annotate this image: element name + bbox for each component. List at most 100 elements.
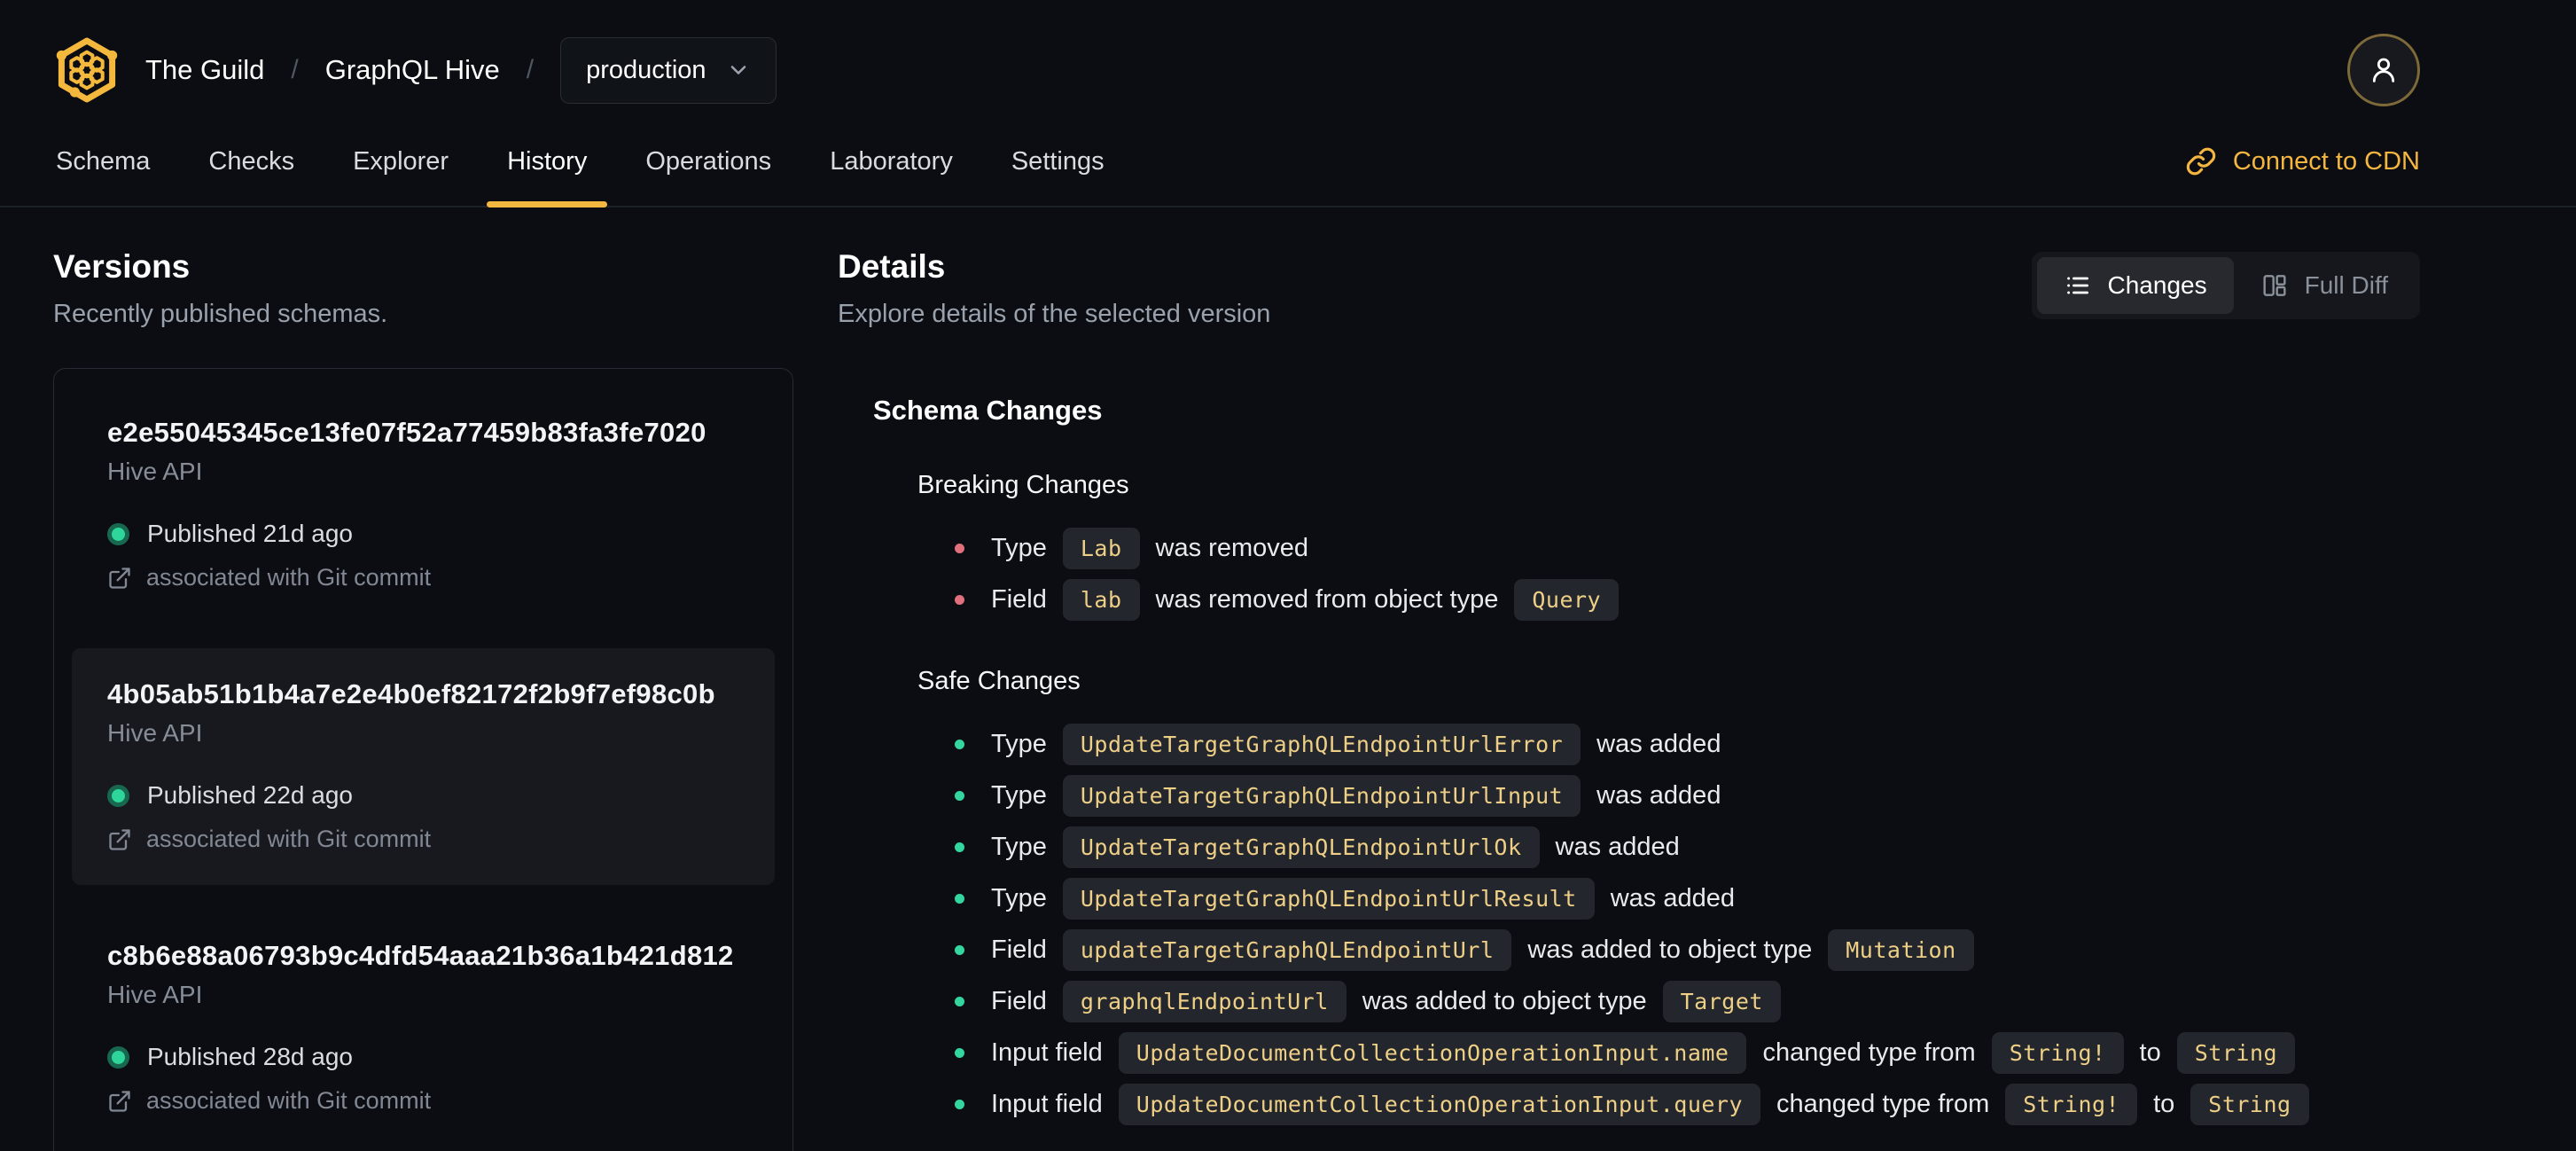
change-row: Field graphqlEndpointUrl was added to obje… xyxy=(955,978,2420,1024)
change-row: Type UpdateTargetGraphQLEndpointUrlOk was … xyxy=(955,824,2420,870)
tab-laboratory[interactable]: Laboratory xyxy=(806,117,977,206)
breadcrumb-project[interactable]: GraphQL Hive xyxy=(325,54,500,86)
user-menu-button[interactable] xyxy=(2347,34,2420,106)
code-chip: Target xyxy=(1662,980,1781,1022)
change-section-title: Breaking Changes xyxy=(917,471,1129,499)
tab-operations[interactable]: Operations xyxy=(621,117,795,206)
view-toggle: Changes Full Diff xyxy=(2031,252,2420,319)
change-text: to xyxy=(2139,1037,2161,1067)
published-dot xyxy=(107,522,129,545)
change-text: Type xyxy=(991,780,1047,810)
git-commit-link[interactable]: associated with Git commit xyxy=(107,564,739,591)
change-text: Type xyxy=(991,729,1047,758)
bullet-dot xyxy=(955,1099,964,1109)
change-section-safe-changes: Safe Changes Type UpdateTargetGraphQLEndpo… xyxy=(873,667,2420,1127)
change-text: was removed from object type xyxy=(1155,584,1499,614)
change-text: Input field xyxy=(991,1089,1103,1118)
code-chip: UpdateTargetGraphQLEndpointUrlOk xyxy=(1062,826,1540,868)
code-chip: UpdateDocumentCollectionOperationInput.n… xyxy=(1118,1031,1747,1074)
version-hash: c8b6e88a06793b9c4dfd54aaa21b36a1b421d812 xyxy=(107,940,734,971)
code-chip: Lab xyxy=(1062,527,1140,569)
link-icon xyxy=(2186,147,2216,176)
git-commit-text: associated with Git commit xyxy=(146,1087,432,1114)
change-text: changed type from xyxy=(1776,1089,1990,1118)
tab-history[interactable]: History xyxy=(483,117,611,207)
tab-label: History xyxy=(507,146,588,176)
details-panel: Details Explore details of the selected … xyxy=(838,248,2420,1151)
active-tab-indicator xyxy=(487,201,608,207)
code-chip: String! xyxy=(1991,1031,2124,1074)
published-row: Published 28d ago xyxy=(107,1043,739,1071)
details-heading-block: Details Explore details of the selected … xyxy=(838,248,1270,329)
git-commit-link[interactable]: associated with Git commit xyxy=(107,826,739,853)
tab-schema[interactable]: Schema xyxy=(32,117,174,206)
version-item[interactable]: c8b6e88a06793b9c4dfd54aaa21b36a1b421d812… xyxy=(72,910,775,1147)
code-chip: updateTargetGraphQLEndpointUrl xyxy=(1062,928,1512,971)
version-item[interactable]: 4b05ab51b1b4a7e2e4b0ef82172f2b9f7ef98c0b… xyxy=(72,648,775,885)
tab-checks[interactable]: Checks xyxy=(184,117,318,206)
change-text: Input field xyxy=(991,1037,1103,1067)
tab-settings[interactable]: Settings xyxy=(987,117,1128,206)
version-hash: 4b05ab51b1b4a7e2e4b0ef82172f2b9f7ef98c0b xyxy=(107,678,715,709)
toggle-button-label: Changes xyxy=(2107,271,2207,299)
code-chip: UpdateTargetGraphQLEndpointUrlResult xyxy=(1062,877,1595,920)
versions-list: e2e55045345ce13fe07f52a77459b83fa3fe7020… xyxy=(53,368,793,1151)
versions-subtitle: Recently published schemas. xyxy=(53,300,388,328)
schema-changes-title: Schema Changes xyxy=(873,395,1103,426)
hive-logo-graphic xyxy=(56,37,118,103)
git-commit-link[interactable]: associated with Git commit xyxy=(107,1087,739,1115)
external-link-icon xyxy=(109,567,130,589)
published-text: Published 28d ago xyxy=(147,1043,353,1070)
external-link-icon xyxy=(109,1090,130,1112)
change-text: was added xyxy=(1596,780,1721,810)
full-diff-view-button[interactable]: Full Diff xyxy=(2234,257,2415,314)
change-text: Type xyxy=(991,883,1047,912)
change-section-title: Safe Changes xyxy=(917,667,1081,695)
code-chip: Query xyxy=(1514,578,1620,621)
change-section-breaking-changes: Breaking Changes Type Lab was removed Field l… xyxy=(873,471,2420,622)
change-list: Type UpdateTargetGraphQLEndpointUrlError w… xyxy=(917,721,2420,1127)
published-text: Published 21d ago xyxy=(147,520,353,547)
tab-explorer[interactable]: Explorer xyxy=(329,117,472,206)
code-chip: Mutation xyxy=(1828,928,1974,971)
code-chip: UpdateTargetGraphQLEndpointUrlInput xyxy=(1062,774,1581,817)
connect-to-cdn-button[interactable]: Connect to CDN xyxy=(2185,117,2420,206)
bullet-dot xyxy=(955,842,964,852)
code-chip: UpdateDocumentCollectionOperationInput.q… xyxy=(1118,1083,1761,1125)
published-text: Published 22d ago xyxy=(147,781,353,809)
details-title: Details xyxy=(838,248,946,285)
schema-changes-sections: Breaking Changes Type Lab was removed Field l… xyxy=(873,471,2420,1127)
hive-logo[interactable] xyxy=(53,34,121,106)
tab-label: Schema xyxy=(56,146,151,176)
versions-panel: Versions Recently published schemas. e2e… xyxy=(53,248,793,1151)
target-selector[interactable]: production xyxy=(560,36,777,104)
breadcrumb-org[interactable]: The Guild xyxy=(145,54,264,86)
breadcrumb-separator: / xyxy=(291,55,299,84)
version-service: Hive API xyxy=(107,458,203,485)
user-icon xyxy=(2372,58,2395,82)
tabs: Schema Checks Explorer History Operations Lab… xyxy=(32,117,1139,207)
change-list: Type Lab was removed Field lab was removed fr… xyxy=(917,525,2420,622)
change-text: was added xyxy=(1555,832,1680,861)
changes-view-button[interactable]: Changes xyxy=(2036,257,2234,314)
top-header: The Guild / GraphQL Hive / production xyxy=(0,0,2576,110)
code-chip: UpdateTargetGraphQLEndpointUrlError xyxy=(1062,723,1581,765)
change-row: Input field UpdateDocumentCollectionOpera… xyxy=(955,1081,2420,1127)
published-row: Published 21d ago xyxy=(107,520,739,548)
change-row: Field lab was removed from object type Quer… xyxy=(955,576,2420,622)
code-chip: String xyxy=(2190,1083,2309,1125)
tab-label: Checks xyxy=(208,146,295,176)
version-service: Hive API xyxy=(107,719,203,747)
list-icon xyxy=(2066,277,2088,294)
change-text: was added xyxy=(1610,883,1736,912)
chevron-down-icon xyxy=(730,66,745,74)
change-text: changed type from xyxy=(1762,1037,1976,1067)
external-link-icon xyxy=(109,828,130,850)
change-text: was added xyxy=(1596,729,1721,758)
version-item[interactable]: e2e55045345ce13fe07f52a77459b83fa3fe7020… xyxy=(72,387,775,623)
tab-label: Operations xyxy=(645,146,772,176)
change-row: Type Lab was removed xyxy=(955,525,2420,571)
columns-icon xyxy=(2263,275,2286,296)
change-text: Field xyxy=(991,584,1047,614)
change-text: Field xyxy=(991,986,1047,1015)
